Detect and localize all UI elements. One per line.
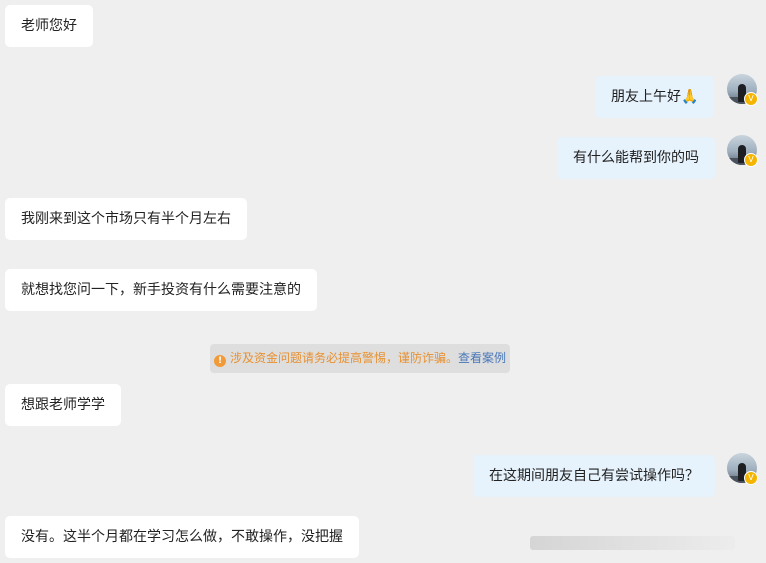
watermark-strip (530, 536, 735, 550)
message-bubble-outgoing[interactable]: 有什么能帮到你的吗 (557, 137, 715, 179)
message-text: 没有。这半个月都在学习怎么做，不敢操作，没把握 (21, 529, 343, 545)
message-text: 朋友上午好🙏 (611, 89, 699, 105)
message-bubble-incoming[interactable]: 想跟老师学学 (5, 384, 121, 426)
message-bubble-incoming[interactable]: 没有。这半个月都在学习怎么做，不敢操作，没把握 (5, 516, 359, 558)
message-text: 老师您好 (21, 18, 77, 34)
fraud-warning-notice: ! 涉及资金问题请务必提高警惕，谨防诈骗。查看案例 (210, 344, 510, 373)
verified-badge-icon: V (744, 471, 758, 485)
info-icon: ! (214, 355, 226, 367)
verified-badge-icon: V (744, 92, 758, 106)
message-text: 就想找您问一下，新手投资有什么需要注意的 (21, 282, 301, 298)
message-text: 在这期间朋友自己有尝试操作吗？ (489, 468, 699, 484)
message-bubble-incoming[interactable]: 老师您好 (5, 5, 93, 47)
view-cases-link[interactable]: 查看案例 (458, 351, 506, 365)
verified-badge-icon: V (744, 153, 758, 167)
message-text: 想跟老师学学 (21, 397, 105, 413)
message-bubble-incoming[interactable]: 就想找您问一下，新手投资有什么需要注意的 (5, 269, 317, 311)
message-bubble-incoming[interactable]: 我刚来到这个市场只有半个月左右 (5, 198, 247, 240)
message-bubble-outgoing[interactable]: 朋友上午好🙏 (595, 76, 715, 118)
message-text: 有什么能帮到你的吗 (573, 150, 699, 166)
warning-text: 涉及资金问题请务必提高警惕，谨防诈骗。 (230, 351, 459, 365)
message-bubble-outgoing[interactable]: 在这期间朋友自己有尝试操作吗？ (473, 455, 715, 497)
message-text: 我刚来到这个市场只有半个月左右 (21, 211, 231, 227)
